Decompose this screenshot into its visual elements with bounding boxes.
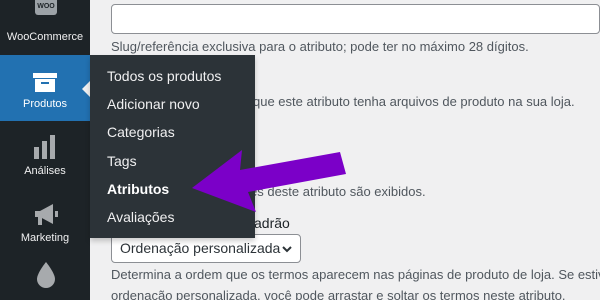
annotation-arrow-icon: [192, 150, 346, 212]
sidebar-item-label: WooCommerce: [6, 31, 84, 43]
bar-chart-icon: [34, 135, 55, 159]
sidebar-item-analises[interactable]: Análises: [0, 135, 90, 185]
submenu-item-adicionar-novo[interactable]: Adicionar novo: [107, 96, 200, 112]
sidebar-item-appearance[interactable]: [0, 262, 90, 300]
sort-help-line-1: Determina a ordem que os termos aparecem…: [111, 267, 600, 282]
current-menu-caret-icon: [82, 81, 90, 97]
submenu-item-tags[interactable]: Tags: [107, 153, 137, 169]
sidebar-item-produtos[interactable]: Produtos: [0, 55, 90, 121]
archives-help-text: que este atributo tenha arquivos de prod…: [253, 94, 575, 109]
submenu-item-todos-os-produtos[interactable]: Todos os produtos: [107, 68, 221, 84]
submenu-item-atributos[interactable]: Atributos: [107, 181, 169, 197]
sidebar-item-label: Análises: [24, 165, 66, 177]
megaphone-icon: [35, 204, 58, 225]
slug-input[interactable]: [111, 4, 600, 34]
submenu-item-categorias[interactable]: Categorias: [107, 124, 175, 140]
sort-order-select[interactable]: Ordenação personalizada: [111, 234, 301, 263]
sort-help-line-2: ordenação personalizada, você pode arras…: [111, 288, 566, 300]
woocommerce-logo-icon: WOO: [35, 0, 57, 15]
admin-sidebar: WOO WooCommerce Produtos Análises Market…: [0, 0, 90, 300]
submenu-item-avaliacoes[interactable]: Avaliações: [107, 209, 174, 225]
slug-help-text: Slug/referência exclusiva para o atribut…: [111, 39, 529, 54]
sidebar-item-label: Produtos: [22, 98, 68, 110]
sidebar-item-label: Marketing: [20, 232, 70, 244]
sidebar-item-marketing[interactable]: Marketing: [0, 200, 90, 250]
sort-order-value: Ordenação personalizada: [120, 240, 281, 256]
archive-box-icon: [33, 73, 57, 92]
sidebar-item-woocommerce[interactable]: WOO WooCommerce: [0, 0, 90, 55]
chevron-down-icon: [282, 246, 292, 253]
droplet-icon: [37, 262, 55, 288]
